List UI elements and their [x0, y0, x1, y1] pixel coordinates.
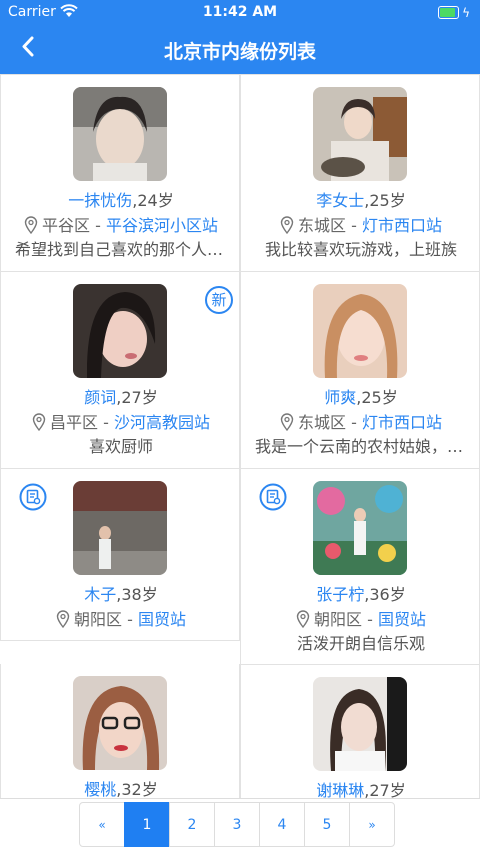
- page-2-button[interactable]: 2: [169, 802, 215, 847]
- profile-age: ,25岁: [356, 388, 398, 407]
- profile-card[interactable]: 师爽,25岁 东城区 - 灯市西口站 我是一个云南的农村姑娘，性格开朗: [240, 271, 480, 469]
- station[interactable]: 国贸站: [138, 610, 186, 629]
- location-pin-icon: [296, 610, 310, 628]
- profile-age: ,27岁: [116, 388, 158, 407]
- location-pin-icon: [24, 216, 38, 234]
- bio: 希望找到自己喜欢的那个人，一起生活: [15, 240, 227, 259]
- nav-bar: 北京市内缘份列表: [0, 26, 480, 72]
- location: 朝阳区 - 国贸站: [1, 606, 241, 630]
- separator: -: [90, 216, 106, 235]
- pagination-bar: « 1 2 3 4 5 »: [0, 798, 480, 853]
- certificate-icon: [259, 483, 287, 511]
- name-age: 颜词,27岁: [1, 384, 241, 408]
- profile-name[interactable]: 李女士: [316, 191, 364, 210]
- profile-name[interactable]: 张子柠: [316, 585, 364, 604]
- profile-grid: 一抹忧伤,24岁 平谷区 - 平谷滨河小区站 希望找到自己喜欢的那个人，一起生活…: [0, 74, 480, 798]
- separator: -: [362, 610, 378, 629]
- bio: 活泼开朗自信乐观: [296, 634, 425, 653]
- name-age: 师爽,25岁: [241, 384, 480, 408]
- profile-name[interactable]: 一抹忧伤: [68, 191, 132, 210]
- district: 平谷区: [42, 216, 91, 235]
- name-age: 张子柠,36岁: [241, 581, 480, 605]
- district: 东城区: [298, 413, 347, 432]
- avatar: [73, 87, 167, 181]
- station[interactable]: 灯市西口站: [362, 216, 442, 235]
- status-bar: Carrier 11:42 AM ϟ: [0, 0, 480, 26]
- separator: -: [346, 413, 362, 432]
- profile-age: ,36岁: [364, 585, 406, 604]
- avatar: [313, 87, 407, 181]
- profile-card[interactable]: 李女士,25岁 东城区 - 灯市西口站 我比较喜欢玩游戏，上班族: [240, 74, 480, 272]
- profile-card[interactable]: 新 颜词,27岁 昌平区 - 沙河高教园站 喜欢厨师: [0, 271, 240, 469]
- location: 平谷区 - 平谷滨河小区站: [1, 212, 241, 236]
- profile-name[interactable]: 谢琳琳: [316, 781, 364, 798]
- district: 朝阳区: [74, 610, 123, 629]
- page-1-button[interactable]: 1: [124, 802, 170, 847]
- location: 东城区 - 灯市西口站: [241, 212, 480, 236]
- new-badge-icon: 新: [205, 286, 233, 314]
- name-age: 一抹忧伤,24岁: [1, 187, 241, 211]
- station[interactable]: 平谷滨河小区站: [106, 216, 218, 235]
- top-bar: Carrier 11:42 AM ϟ 北京市内缘份列表: [0, 0, 480, 74]
- battery-icon: ϟ: [438, 6, 470, 20]
- separator: -: [98, 413, 114, 432]
- profile-age: ,32岁: [116, 780, 158, 798]
- next-page-button[interactable]: »: [349, 802, 395, 847]
- status-time: 11:42 AM: [202, 4, 278, 20]
- location: 东城区 - 灯市西口站: [241, 409, 480, 433]
- name-age: 樱桃,32岁: [1, 776, 241, 798]
- location: 昌平区 - 沙河高教园站: [1, 409, 241, 433]
- profile-age: ,38岁: [116, 585, 158, 604]
- page-5-button[interactable]: 5: [304, 802, 350, 847]
- bio: 我是一个云南的农村姑娘，性格开朗: [255, 437, 467, 456]
- bio: 我比较喜欢玩游戏，上班族: [264, 240, 457, 259]
- location: 朝阳区 - 国贸站: [241, 606, 480, 630]
- profile-card[interactable]: 张子柠,36岁 朝阳区 - 国贸站 活泼开朗自信乐观: [240, 468, 480, 666]
- station[interactable]: 灯市西口站: [362, 413, 442, 432]
- profile-name[interactable]: 颜词: [84, 388, 116, 407]
- page-3-button[interactable]: 3: [214, 802, 260, 847]
- name-age: 李女士,25岁: [241, 187, 480, 211]
- profile-card[interactable]: 谢琳琳,27岁: [240, 664, 480, 798]
- avatar: [313, 481, 407, 575]
- avatar: [313, 677, 407, 771]
- district: 昌平区: [50, 413, 99, 432]
- avatar: [73, 481, 167, 575]
- bio: 喜欢厨师: [88, 437, 153, 456]
- station[interactable]: 沙河高教园站: [114, 413, 210, 432]
- location-pin-icon: [56, 610, 70, 628]
- certificate-icon: [19, 483, 47, 511]
- profile-age: ,24岁: [132, 191, 174, 210]
- profile-card[interactable]: 木子,38岁 朝阳区 - 国贸站: [0, 468, 240, 641]
- name-age: 木子,38岁: [1, 581, 241, 605]
- profile-name[interactable]: 木子: [84, 585, 116, 604]
- avatar: [73, 676, 167, 770]
- location-pin-icon: [280, 413, 294, 431]
- station[interactable]: 国贸站: [378, 610, 426, 629]
- page-title: 北京市内缘份列表: [163, 41, 316, 63]
- name-age: 谢琳琳,27岁: [241, 777, 480, 798]
- separator: -: [346, 216, 362, 235]
- page-4-button[interactable]: 4: [259, 802, 305, 847]
- pagination: « 1 2 3 4 5 »: [79, 802, 395, 847]
- profile-card[interactable]: 一抹忧伤,24岁 平谷区 - 平谷滨河小区站 希望找到自己喜欢的那个人，一起生活: [0, 74, 240, 272]
- location-pin-icon: [280, 216, 294, 234]
- separator: -: [122, 610, 138, 629]
- avatar: [313, 284, 407, 378]
- district: 东城区: [298, 216, 347, 235]
- avatar: [73, 284, 167, 378]
- location-pin-icon: [32, 413, 46, 431]
- profile-age: ,25岁: [364, 191, 406, 210]
- prev-page-button[interactable]: «: [79, 802, 125, 847]
- profile-name[interactable]: 师爽: [324, 388, 356, 407]
- district: 朝阳区: [314, 610, 363, 629]
- profile-name[interactable]: 樱桃: [84, 780, 116, 798]
- profile-age: ,27岁: [364, 781, 406, 798]
- profile-card[interactable]: 樱桃,32岁: [0, 664, 240, 798]
